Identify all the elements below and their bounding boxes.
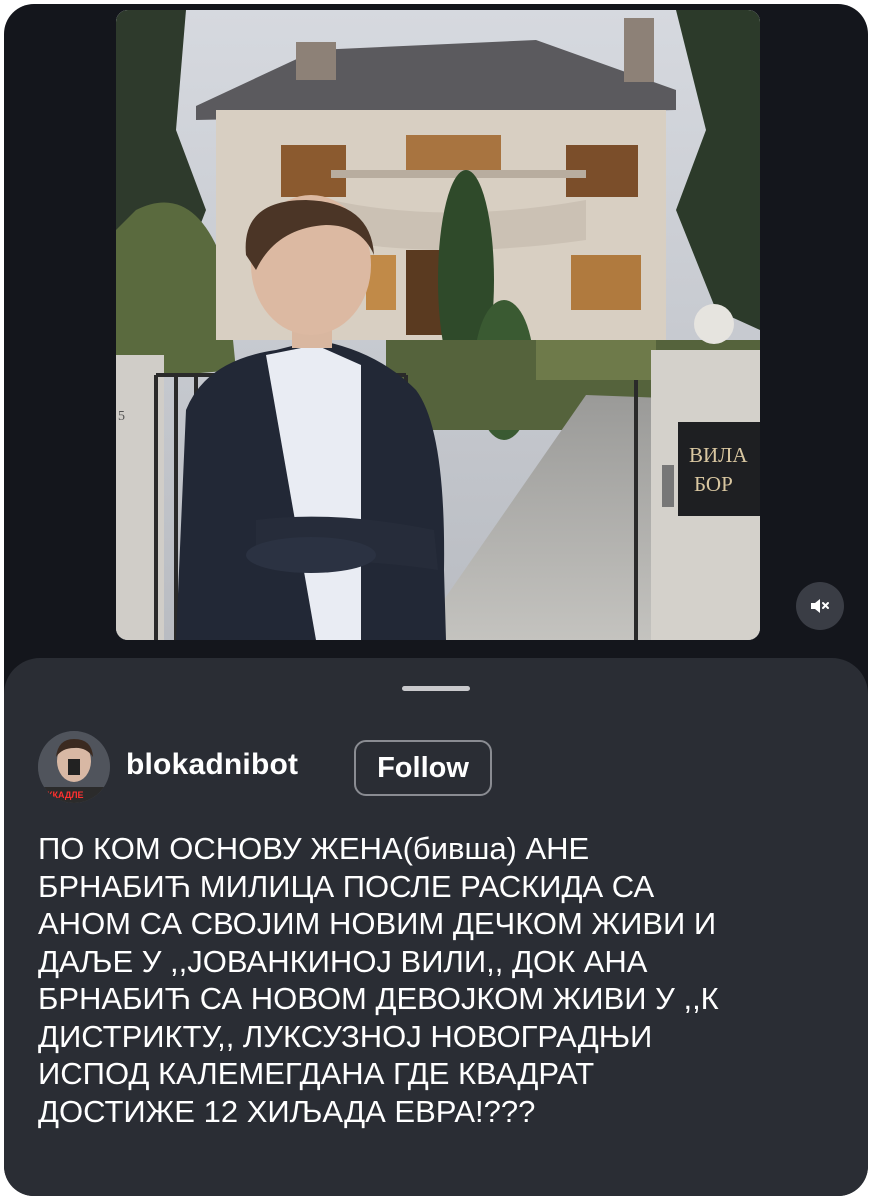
gate-sign-line2: БОР — [694, 472, 733, 496]
avatar-badge-text: ККАДЛЕ — [47, 790, 84, 800]
speaker-muted-icon — [811, 599, 829, 613]
gate-number: 5 — [118, 409, 125, 424]
username-link[interactable]: blokadnibot — [126, 748, 298, 782]
post-info-sheet: ККАДЛЕ blokadnibot Follow ПО КОМ ОСНОВУ … — [4, 658, 868, 1196]
avatar-image: ККАДЛЕ — [38, 731, 110, 803]
avatar[interactable]: ККАДЛЕ — [38, 731, 110, 803]
post-viewer: 5 ВИЛА БОР ККАДЛЕ blokadnibot Follow ПО … — [4, 4, 868, 1196]
mute-toggle-button[interactable] — [796, 582, 844, 630]
gate-sign-line1: ВИЛА — [689, 443, 748, 467]
post-caption: ПО КОМ ОСНОВУ ЖЕНА(бивша) АНЕ БРНАБИЋ МИ… — [38, 831, 719, 1129]
sheet-drag-handle[interactable] — [402, 686, 470, 691]
follow-button[interactable]: Follow — [354, 740, 492, 796]
villa-photo: 5 ВИЛА БОР — [116, 10, 760, 640]
post-media-image[interactable]: 5 ВИЛА БОР — [116, 10, 760, 640]
